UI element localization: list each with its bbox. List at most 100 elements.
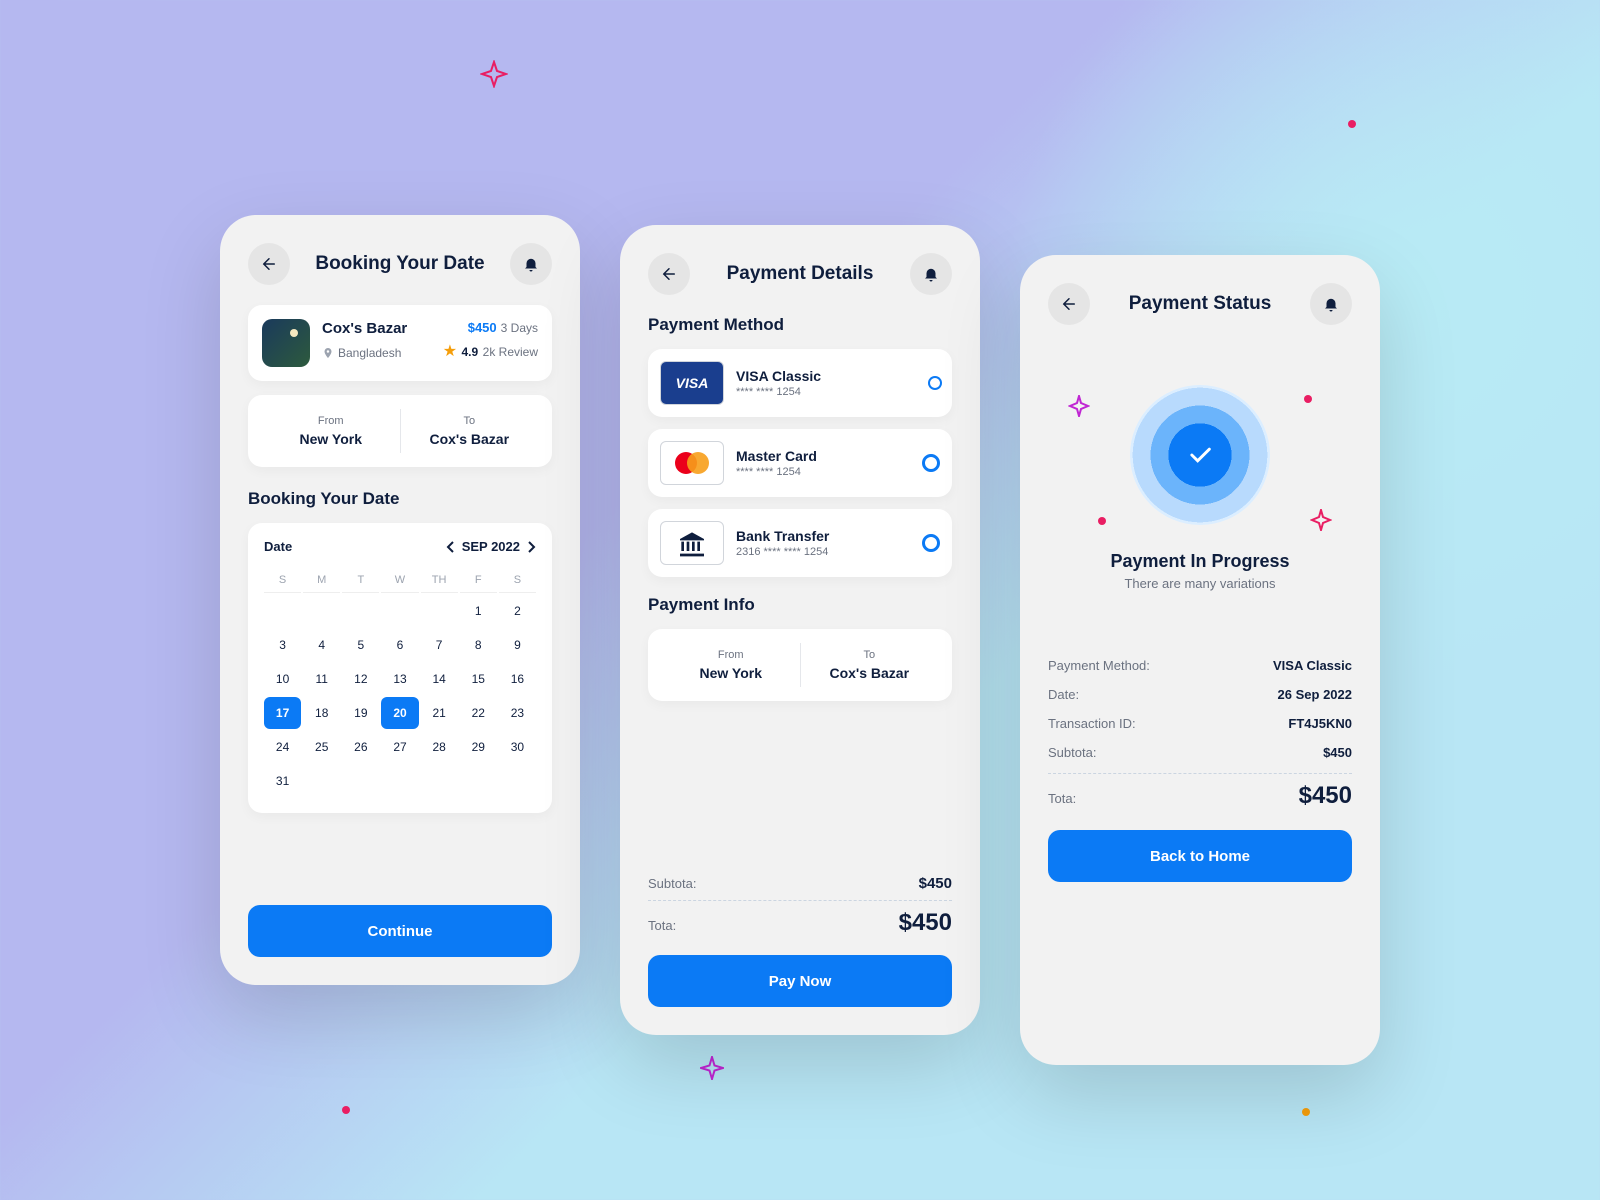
calendar-day[interactable]: 1 bbox=[460, 595, 497, 627]
calendar-day[interactable]: 8 bbox=[460, 629, 497, 661]
bell-icon bbox=[1322, 295, 1340, 313]
payment-detail-row: Transaction ID:FT4J5KN0 bbox=[1048, 709, 1352, 738]
calendar-month-picker[interactable]: SEP 2022 bbox=[446, 539, 536, 554]
calendar-day[interactable]: 29 bbox=[460, 731, 497, 763]
calendar-day[interactable]: 21 bbox=[421, 697, 458, 729]
arrow-left-icon bbox=[260, 255, 278, 273]
header: Payment Status bbox=[1048, 283, 1352, 325]
calendar: Date SEP 2022 SMTWTHFS123456789101112131… bbox=[248, 523, 552, 813]
calendar-section-title: Booking Your Date bbox=[248, 489, 552, 509]
continue-button[interactable]: Continue bbox=[248, 905, 552, 957]
destination-name: Cox's Bazar bbox=[322, 320, 407, 337]
back-button[interactable] bbox=[648, 253, 690, 295]
total-row: Tota: $450 bbox=[648, 901, 952, 945]
calendar-day[interactable]: 18 bbox=[303, 697, 340, 729]
payment-method-name: VISA Classic bbox=[736, 368, 918, 384]
payment-method-name: Bank Transfer bbox=[736, 528, 910, 544]
from-value: New York bbox=[262, 431, 400, 447]
success-indicator bbox=[1130, 385, 1270, 525]
page-title: Booking Your Date bbox=[315, 253, 484, 275]
decor-dot bbox=[1304, 395, 1312, 403]
calendar-day[interactable]: 6 bbox=[381, 629, 418, 661]
from-value: New York bbox=[662, 665, 800, 681]
calendar-day[interactable]: 19 bbox=[342, 697, 379, 729]
decor-dot bbox=[1302, 1108, 1310, 1116]
radio-button[interactable] bbox=[922, 454, 940, 472]
calendar-day bbox=[381, 595, 418, 627]
calendar-day[interactable]: 30 bbox=[499, 731, 536, 763]
payment-method-option[interactable]: Bank Transfer2316 **** **** 1254 bbox=[648, 509, 952, 577]
calendar-day[interactable]: 2 bbox=[499, 595, 536, 627]
destination-card[interactable]: Cox's Bazar $4503 Days Bangladesh ★ 4.9 … bbox=[248, 305, 552, 381]
calendar-day[interactable]: 15 bbox=[460, 663, 497, 695]
destination-thumbnail bbox=[262, 319, 310, 367]
pay-now-button[interactable]: Pay Now bbox=[648, 955, 952, 1007]
radio-button[interactable] bbox=[922, 534, 940, 552]
payment-status-screen: Payment Status Payment In Progress There… bbox=[1020, 255, 1380, 1065]
subtotal-row: Subtota: $450 bbox=[648, 867, 952, 901]
calendar-day[interactable]: 3 bbox=[264, 629, 301, 661]
check-icon bbox=[1186, 441, 1214, 469]
calendar-day[interactable]: 7 bbox=[421, 629, 458, 661]
to-label: To bbox=[401, 415, 539, 427]
calendar-day[interactable]: 22 bbox=[460, 697, 497, 729]
payment-method-option[interactable]: VISAVISA Classic**** **** 1254 bbox=[648, 349, 952, 417]
payment-detail-row: Subtota:$450 bbox=[1048, 738, 1352, 767]
back-button[interactable] bbox=[248, 243, 290, 285]
notifications-button[interactable] bbox=[910, 253, 952, 295]
status-title: Payment In Progress bbox=[1048, 551, 1352, 572]
decor-dot bbox=[342, 1106, 350, 1114]
destination-price: $450 bbox=[468, 320, 497, 335]
destination-duration: 3 Days bbox=[501, 321, 538, 335]
calendar-day[interactable]: 26 bbox=[342, 731, 379, 763]
calendar-day[interactable]: 16 bbox=[499, 663, 536, 695]
notifications-button[interactable] bbox=[1310, 283, 1352, 325]
decor-dot bbox=[1348, 120, 1356, 128]
payment-method-name: Master Card bbox=[736, 448, 910, 464]
calendar-day bbox=[303, 595, 340, 627]
calendar-day[interactable]: 5 bbox=[342, 629, 379, 661]
bank-icon bbox=[660, 521, 724, 565]
to-value: Cox's Bazar bbox=[401, 431, 539, 447]
calendar-day[interactable]: 17 bbox=[264, 697, 301, 729]
header: Booking Your Date bbox=[248, 243, 552, 285]
payment-details-screen: Payment Details Payment Method VISAVISA … bbox=[620, 225, 980, 1035]
booking-screen: Booking Your Date Cox's Bazar $450 3 Days… bbox=[220, 215, 580, 985]
notifications-button[interactable] bbox=[510, 243, 552, 285]
calendar-day[interactable]: 13 bbox=[381, 663, 418, 695]
back-button[interactable] bbox=[1048, 283, 1090, 325]
calendar-day[interactable]: 20 bbox=[381, 697, 418, 729]
calendar-day[interactable]: 25 bbox=[303, 731, 340, 763]
to-label: To bbox=[801, 649, 939, 661]
calendar-day[interactable]: 23 bbox=[499, 697, 536, 729]
bell-icon bbox=[922, 265, 940, 283]
calendar-day[interactable]: 10 bbox=[264, 663, 301, 695]
calendar-day[interactable]: 11 bbox=[303, 663, 340, 695]
calendar-day[interactable]: 9 bbox=[499, 629, 536, 661]
calendar-dow: TH bbox=[421, 568, 458, 593]
payment-method-option[interactable]: Master Card **** **** 1254 bbox=[648, 429, 952, 497]
destination-location: Bangladesh bbox=[322, 346, 401, 360]
calendar-day[interactable]: 31 bbox=[264, 765, 301, 797]
calendar-day[interactable]: 27 bbox=[381, 731, 418, 763]
calendar-day[interactable]: 4 bbox=[303, 629, 340, 661]
calendar-dow: S bbox=[499, 568, 536, 593]
calendar-day[interactable]: 14 bbox=[421, 663, 458, 695]
page-title: Payment Details bbox=[727, 263, 874, 285]
from-label: From bbox=[662, 649, 800, 661]
back-to-home-button[interactable]: Back to Home bbox=[1048, 830, 1352, 882]
calendar-dow: T bbox=[342, 568, 379, 593]
destination-rating: 4.9 bbox=[462, 345, 479, 359]
sparkle-icon bbox=[1068, 395, 1090, 417]
sparkle-icon bbox=[1310, 509, 1332, 531]
calendar-day[interactable]: 12 bbox=[342, 663, 379, 695]
bell-icon bbox=[522, 255, 540, 273]
page-title: Payment Status bbox=[1129, 293, 1272, 315]
calendar-day[interactable]: 24 bbox=[264, 731, 301, 763]
total-row: Tota: $450 bbox=[1048, 774, 1352, 818]
calendar-day[interactable]: 28 bbox=[421, 731, 458, 763]
calendar-day bbox=[421, 595, 458, 627]
radio-button[interactable] bbox=[930, 378, 940, 388]
payment-method-number: **** **** 1254 bbox=[736, 466, 910, 478]
calendar-dow: W bbox=[381, 568, 418, 593]
